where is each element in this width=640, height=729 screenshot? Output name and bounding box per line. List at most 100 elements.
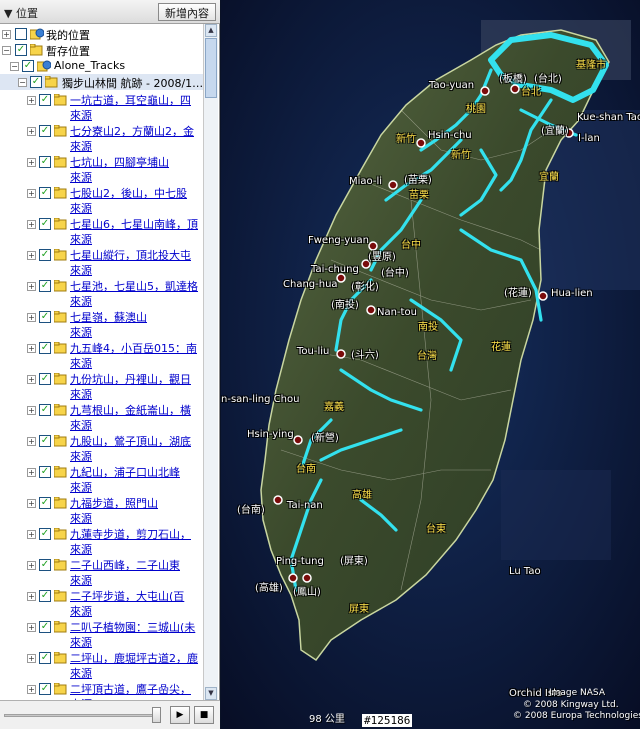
track-source-link[interactable]: 來源	[70, 169, 203, 185]
collapse-toggle[interactable]: −	[10, 62, 19, 71]
place-label[interactable]: (花蓮)	[504, 284, 532, 299]
scroll-up-arrow[interactable]: ▲	[205, 24, 217, 37]
track-source-link[interactable]: 來源	[70, 417, 203, 433]
collapse-toggle[interactable]: −	[2, 46, 11, 55]
checkbox[interactable]: ✓	[15, 44, 27, 56]
track-title-link[interactable]: 九股山，鶯子頂山，湖底	[70, 433, 203, 449]
track-item[interactable]: + ✓ 七星池，七星山5，凱達格 來源	[0, 278, 203, 309]
checkbox[interactable]: ✓	[39, 342, 51, 354]
track-source-link[interactable]: 來源	[70, 448, 203, 464]
checkbox[interactable]: ✓	[39, 156, 51, 168]
expand-toggle[interactable]: +	[27, 623, 36, 632]
track-source-link[interactable]: 來源	[70, 603, 203, 619]
expand-toggle[interactable]: +	[27, 313, 36, 322]
track-title-link[interactable]: 二子山西峰，二子山東	[70, 557, 203, 573]
track-item[interactable]: + ✓ 二子山西峰，二子山東 來源	[0, 557, 203, 588]
track-item[interactable]: + ✓ 七星嶺，蘇澳山 來源	[0, 309, 203, 340]
checkbox[interactable]: ✓	[30, 76, 42, 88]
track-item[interactable]: +✓二坪頂古道，鷹子喦尖，來源	[0, 681, 203, 700]
place-label[interactable]: 新竹	[396, 130, 416, 145]
checkbox[interactable]: ✓	[39, 218, 51, 230]
track-item[interactable]: + ✓ 九福步道，照門山 來源	[0, 495, 203, 526]
expand-toggle[interactable]: +	[27, 654, 36, 663]
track-title-link[interactable]: 一坑古道，耳空龜山，四	[70, 92, 203, 108]
expand-toggle[interactable]: +	[27, 685, 36, 694]
track-title-link[interactable]: 七星嶺，蘇澳山	[70, 309, 203, 325]
checkbox[interactable]: ✓	[39, 528, 51, 540]
checkbox[interactable]: ✓	[39, 311, 51, 323]
place-label[interactable]: 南投	[418, 318, 438, 333]
tree-item-my-places[interactable]: + ✓ 我的位置	[0, 26, 203, 42]
place-label[interactable]: 高雄	[352, 486, 372, 501]
expand-toggle[interactable]: +	[27, 220, 36, 229]
expand-toggle[interactable]: +	[27, 127, 36, 136]
track-item[interactable]: + ✓ 二叭子植物園：三城山(未 來源	[0, 619, 203, 650]
track-item[interactable]: + ✓ 二坪山，鹿堀坪古道2，鹿 來源	[0, 650, 203, 681]
vertical-scrollbar[interactable]: ▲ ▼	[203, 24, 218, 700]
track-source-link[interactable]: 來源	[70, 324, 203, 340]
place-label[interactable]: Hua-lien	[551, 288, 593, 299]
track-title-link[interactable]: 九芎根山，金紙崙山，橫	[70, 402, 203, 418]
track-title-link[interactable]: 二子坪步道，大屯山(百	[70, 588, 203, 604]
track-title-link[interactable]: 七星山6，七星山南峰，頂	[70, 216, 203, 232]
checkbox[interactable]: ✓	[15, 28, 27, 40]
checkbox[interactable]: ✓	[39, 652, 51, 664]
track-item[interactable]: + ✓ 七星山縱行，頂北投大屯 來源	[0, 247, 203, 278]
expand-toggle[interactable]: +	[27, 592, 36, 601]
place-label[interactable]: (苗栗)	[404, 171, 432, 186]
place-label[interactable]: (彰化)	[351, 278, 379, 293]
place-label[interactable]: (鳳山)	[293, 583, 321, 598]
expand-toggle[interactable]: +	[27, 468, 36, 477]
place-label[interactable]: Tai-nan	[287, 500, 323, 511]
tour-slider-track[interactable]	[4, 714, 154, 717]
place-label[interactable]: (新營)	[311, 429, 339, 444]
track-source-link[interactable]: 來源	[70, 510, 203, 526]
track-source-link[interactable]: 來源	[70, 665, 203, 681]
expand-toggle[interactable]: +	[27, 437, 36, 446]
tree-item-alone-tracks[interactable]: − ✓ Alone_Tracks	[0, 58, 203, 74]
place-label[interactable]: n-san-ling Chou	[221, 394, 299, 405]
track-source-link[interactable]: 來源	[70, 107, 203, 123]
place-label[interactable]: (豐原)	[368, 248, 396, 263]
checkbox[interactable]: ✓	[39, 466, 51, 478]
track-source-link[interactable]: 來源	[70, 541, 203, 557]
track-item[interactable]: + ✓ 九紀山，浦子口山北峰 來源	[0, 464, 203, 495]
checkbox[interactable]: ✓	[39, 559, 51, 571]
track-title-link[interactable]: 二坪頂古道，鷹子喦尖，	[70, 681, 203, 697]
add-content-button[interactable]: 新增內容	[158, 3, 216, 21]
place-label[interactable]: Tou-liu	[297, 346, 329, 357]
track-item[interactable]: + ✓ 一坑古道，耳空龜山，四 來源	[0, 92, 203, 123]
place-label[interactable]: 基隆市	[576, 56, 606, 71]
checkbox[interactable]: ✓	[39, 373, 51, 385]
expand-toggle[interactable]: +	[2, 30, 11, 39]
expand-toggle[interactable]: +	[27, 530, 36, 539]
checkbox[interactable]: ✓	[39, 683, 51, 695]
expand-toggle[interactable]: +	[27, 282, 36, 291]
tree-item-track-folder[interactable]: − ✓ 獨步山林間 航跡 - 2008/1…	[0, 74, 203, 90]
expand-toggle[interactable]: +	[27, 344, 36, 353]
checkbox[interactable]: ✓	[39, 404, 51, 416]
place-label[interactable]: Lu Tao	[509, 566, 541, 577]
track-item[interactable]: + ✓ 七星山6，七星山南峰，頂 來源	[0, 216, 203, 247]
expand-toggle[interactable]: +	[27, 251, 36, 260]
panel-title[interactable]: ▼ 位置	[4, 5, 38, 21]
track-source-link[interactable]: 來源	[70, 200, 203, 216]
checkbox[interactable]: ✓	[39, 94, 51, 106]
checkbox[interactable]: ✓	[39, 435, 51, 447]
place-label[interactable]: 桃園	[466, 100, 486, 115]
expand-toggle[interactable]: +	[27, 158, 36, 167]
track-item[interactable]: + ✓ 九份坑山，丹裡山，觀日 來源	[0, 371, 203, 402]
checkbox[interactable]: ✓	[39, 249, 51, 261]
place-label[interactable]: Kue-shan Tao	[577, 112, 640, 123]
track-source-link[interactable]: 來源	[70, 231, 203, 247]
track-item[interactable]: + ✓ 九芎根山，金紙崙山，橫 來源	[0, 402, 203, 433]
checkbox[interactable]: ✓	[39, 187, 51, 199]
place-label[interactable]: Ping-tung	[276, 556, 324, 567]
track-title-link[interactable]: 九五峰4，小百岳015：南	[70, 340, 203, 356]
place-label[interactable]: 台北	[521, 83, 541, 98]
play-button[interactable]: ▶	[170, 706, 190, 724]
track-source-link[interactable]: 來源	[70, 572, 203, 588]
scroll-down-arrow[interactable]: ▼	[205, 687, 217, 700]
track-title-link[interactable]: 九份坑山，丹裡山，觀日	[70, 371, 203, 387]
place-label[interactable]: 台東	[426, 520, 446, 535]
